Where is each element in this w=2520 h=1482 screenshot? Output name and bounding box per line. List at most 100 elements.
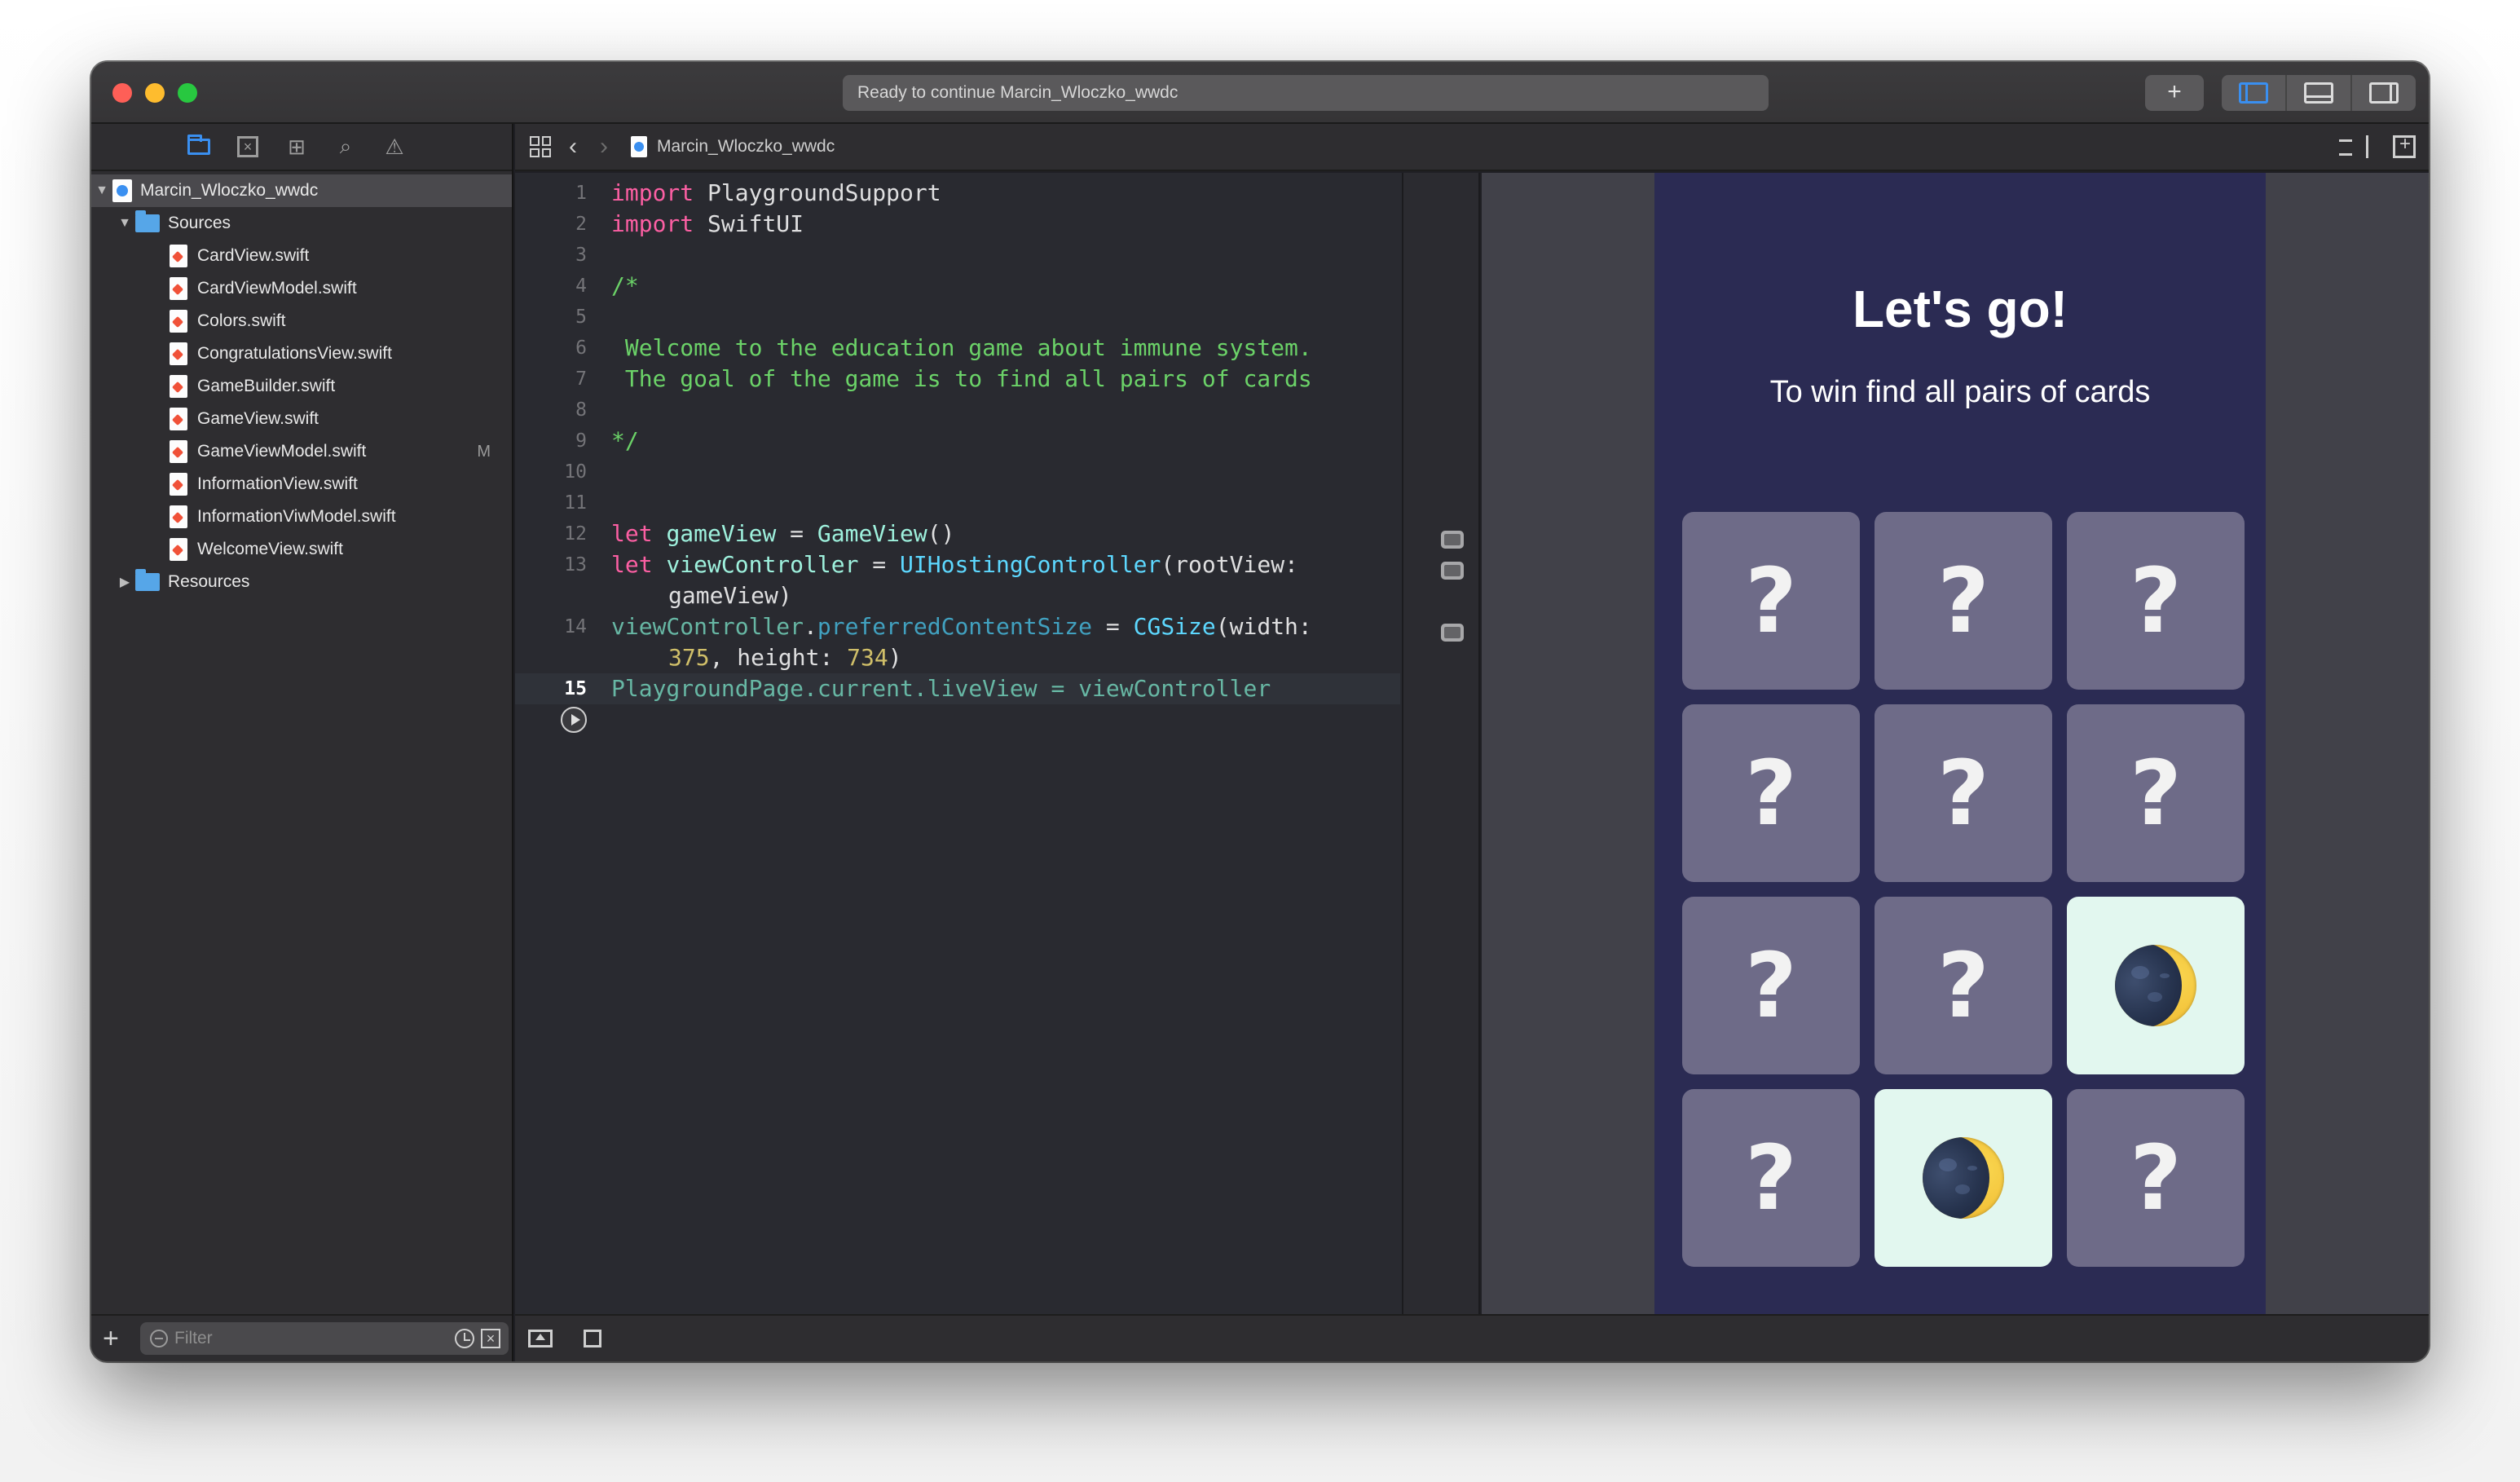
argument-label: (width: bbox=[1215, 613, 1312, 640]
folder-icon bbox=[135, 210, 160, 232]
toggle-navigator-button[interactable] bbox=[2222, 75, 2287, 111]
split-editor-icon[interactable] bbox=[2393, 133, 2416, 158]
game-subtitle: To win find all pairs of cards bbox=[1769, 375, 2151, 409]
quick-look-result-icon[interactable] bbox=[1441, 531, 1464, 549]
card-revealed[interactable] bbox=[1875, 1089, 2052, 1267]
code-line: 7 The goal of the game is to find all pa… bbox=[515, 364, 1400, 395]
card-revealed[interactable] bbox=[2067, 897, 2245, 1074]
stop-icon[interactable] bbox=[584, 1330, 601, 1347]
code-line-continuation: 375, height: 734) bbox=[515, 642, 1400, 673]
line-number: 1 bbox=[575, 183, 587, 204]
moon-icon bbox=[1923, 1137, 2004, 1219]
code-editor[interactable]: 1 import PlaygroundSupport 2 import Swif… bbox=[515, 173, 1418, 1314]
tree-item-file[interactable]: GameViewModel.swift M bbox=[91, 435, 512, 468]
keyword: import bbox=[611, 179, 694, 206]
tree-item-file[interactable]: Colors.swift bbox=[91, 305, 512, 337]
disclosure-closed-icon[interactable]: ▶ bbox=[114, 574, 135, 590]
tree-item-project[interactable]: ▼ Marcin_Wloczko_wwdc bbox=[91, 174, 512, 207]
quick-look-result-icon[interactable] bbox=[1441, 624, 1464, 642]
related-items-icon[interactable] bbox=[530, 136, 551, 157]
property: liveView bbox=[927, 675, 1038, 702]
line-number: 3 bbox=[575, 245, 587, 266]
library-add-button[interactable]: + bbox=[2145, 75, 2204, 111]
toggle-debug-area-icon[interactable] bbox=[528, 1330, 553, 1347]
game-title: Let's go! bbox=[1852, 280, 2068, 338]
disclosure-open-icon[interactable]: ▼ bbox=[114, 216, 135, 231]
type-name: CGSize bbox=[1133, 613, 1216, 640]
tree-item-file[interactable]: CardViewModel.swift bbox=[91, 272, 512, 305]
quick-look-result-icon[interactable] bbox=[1441, 562, 1464, 580]
card-hidden[interactable]: ? bbox=[2067, 512, 2245, 690]
tree-item-file[interactable]: InformationView.swift bbox=[91, 468, 512, 501]
card-hidden[interactable]: ? bbox=[1875, 512, 2052, 690]
code-line: 3 bbox=[515, 240, 1400, 271]
card-hidden[interactable]: ? bbox=[1682, 704, 1860, 882]
code-line: 12 let gameView = GameView() bbox=[515, 518, 1400, 549]
question-mark: ? bbox=[2130, 1126, 2182, 1230]
toggle-debug-area-button[interactable] bbox=[2287, 75, 2352, 111]
source-control-filter-icon[interactable]: × bbox=[481, 1329, 500, 1348]
source-control-navigator-tab[interactable]: × bbox=[231, 130, 264, 163]
close-window-button[interactable] bbox=[112, 83, 132, 103]
zoom-window-button[interactable] bbox=[178, 83, 197, 103]
editor-options-icon[interactable] bbox=[2339, 135, 2368, 158]
tree-item-file[interactable]: CardView.swift bbox=[91, 240, 512, 272]
tree-item-resources[interactable]: ▶ Resources bbox=[91, 566, 512, 598]
keyword: import bbox=[611, 210, 694, 237]
swift-file-icon bbox=[170, 408, 187, 430]
forward-chevron-icon[interactable]: › bbox=[590, 133, 618, 161]
tree-item-label: WelcomeView.swift bbox=[197, 540, 343, 558]
issue-navigator-tab[interactable]: ⚠ bbox=[378, 130, 411, 163]
card-hidden[interactable]: ? bbox=[1875, 897, 2052, 1074]
back-chevron-icon[interactable]: ‹ bbox=[559, 133, 587, 161]
question-mark: ? bbox=[1745, 741, 1797, 845]
symbol-navigator-tab[interactable]: ⊞ bbox=[280, 130, 313, 163]
breadcrumb[interactable]: Marcin_Wloczko_wwdc bbox=[657, 137, 835, 157]
line-number: 7 bbox=[575, 368, 587, 390]
tree-item-label: GameBuilder.swift bbox=[197, 377, 336, 395]
swift-file-icon bbox=[170, 310, 187, 333]
tree-item-file[interactable]: CongratulationsView.swift bbox=[91, 337, 512, 370]
find-navigator-tab[interactable]: ⌕ bbox=[329, 130, 362, 163]
code-line: 6 Welcome to the education game about im… bbox=[515, 333, 1400, 364]
project-navigator-tab[interactable] bbox=[183, 130, 215, 163]
filter-input[interactable] bbox=[174, 1329, 443, 1348]
tree-item-file[interactable]: WelcomeView.swift bbox=[91, 533, 512, 566]
card-hidden[interactable]: ? bbox=[2067, 1089, 2245, 1267]
recent-files-icon[interactable] bbox=[455, 1329, 474, 1348]
card-hidden[interactable]: ? bbox=[1682, 512, 1860, 690]
add-file-button[interactable]: + bbox=[103, 1323, 129, 1355]
code-line: 14 viewController.preferredContentSize =… bbox=[515, 611, 1400, 642]
line-number: 4 bbox=[575, 276, 587, 297]
disclosure-open-icon[interactable]: ▼ bbox=[91, 183, 112, 198]
line-number: 12 bbox=[564, 523, 587, 545]
card-hidden[interactable]: ? bbox=[1682, 897, 1860, 1074]
tree-item-file[interactable]: InformationViwModel.swift bbox=[91, 501, 512, 533]
navigator-footer: + × bbox=[91, 1314, 512, 1361]
operator: = bbox=[1037, 675, 1079, 702]
question-mark: ? bbox=[1937, 933, 1989, 1038]
toggle-inspector-button[interactable] bbox=[2352, 75, 2416, 111]
tree-item-sources[interactable]: ▼ Sources bbox=[91, 207, 512, 240]
tree-item-file[interactable]: GameView.swift bbox=[91, 403, 512, 435]
run-playground-button[interactable] bbox=[561, 707, 587, 733]
card-hidden[interactable]: ? bbox=[1875, 704, 2052, 882]
minimize-window-button[interactable] bbox=[145, 83, 165, 103]
source-code: 1 import PlaygroundSupport 2 import Swif… bbox=[515, 173, 1400, 735]
tree-item-label: CardViewModel.swift bbox=[197, 279, 357, 298]
card-hidden[interactable]: ? bbox=[2067, 704, 2245, 882]
card-hidden[interactable]: ? bbox=[1682, 1089, 1860, 1267]
panel-toggle-group bbox=[2222, 75, 2416, 111]
property: current bbox=[817, 675, 914, 702]
swift-file-icon bbox=[170, 277, 187, 300]
question-mark: ? bbox=[2130, 741, 2182, 845]
activity-status: Ready to continue Marcin_Wloczko_wwdc bbox=[843, 75, 1769, 111]
code-line: 2 import SwiftUI bbox=[515, 209, 1400, 240]
punctuation: ) bbox=[888, 644, 902, 671]
operator: = bbox=[1092, 613, 1134, 640]
tree-item-label: Sources bbox=[168, 214, 231, 232]
tree-item-file[interactable]: GameBuilder.swift bbox=[91, 370, 512, 403]
code-line: 11 bbox=[515, 487, 1400, 518]
tree-item-label: Resources bbox=[168, 572, 250, 591]
type-name: UIHostingController bbox=[900, 551, 1161, 578]
